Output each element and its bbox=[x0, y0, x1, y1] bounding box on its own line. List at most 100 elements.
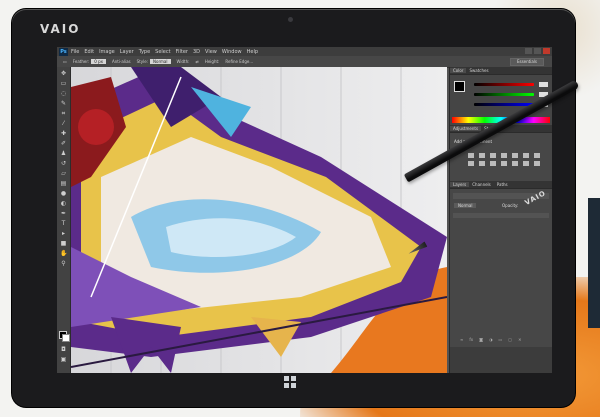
vaio-logo: VAIO bbox=[40, 22, 81, 36]
healing-tool-icon[interactable]: ✚ bbox=[60, 131, 67, 137]
menu-help[interactable]: Help bbox=[247, 49, 258, 55]
minimize-button[interactable] bbox=[525, 48, 532, 54]
blend-mode-select[interactable]: Normal bbox=[454, 203, 477, 208]
pen-tool-icon[interactable]: ✒ bbox=[60, 211, 67, 217]
blur-tool-icon[interactable]: ● bbox=[60, 191, 67, 197]
antialias-checkbox[interactable]: Anti-alias bbox=[112, 59, 131, 64]
graffiti-image bbox=[71, 67, 447, 373]
tab-swatches[interactable]: Swatches bbox=[466, 68, 491, 73]
quick-select-tool-icon[interactable]: ✎ bbox=[60, 101, 67, 107]
levels-icon[interactable] bbox=[479, 153, 485, 158]
adjacent-device-edge bbox=[588, 198, 600, 328]
path-select-tool-icon[interactable]: ▸ bbox=[60, 231, 67, 237]
workspace-switcher[interactable]: Essentials bbox=[509, 58, 544, 66]
menu-type[interactable]: Type bbox=[139, 49, 150, 55]
shape-tool-icon[interactable]: ■ bbox=[60, 241, 67, 247]
brightness-icon[interactable] bbox=[468, 153, 474, 158]
lock-row[interactable] bbox=[453, 213, 549, 218]
menu-file[interactable]: File bbox=[71, 49, 79, 55]
close-button[interactable] bbox=[543, 48, 550, 54]
tab-color[interactable]: Color bbox=[450, 68, 467, 73]
menu-edit[interactable]: Edit bbox=[84, 49, 94, 55]
invert-icon[interactable] bbox=[512, 161, 518, 166]
marquee-tool-icon[interactable]: ▭ bbox=[63, 59, 67, 64]
opacity-label: Opacity: bbox=[502, 203, 519, 208]
canvas-graffiti-artwork[interactable] bbox=[71, 67, 447, 373]
hue-saturation-icon[interactable] bbox=[523, 153, 529, 158]
photoshop-window: Ps File Edit Image Layer Type Select Fil… bbox=[57, 47, 552, 373]
maximize-button[interactable] bbox=[534, 48, 541, 54]
style-label: Style: bbox=[136, 59, 149, 64]
trash-icon[interactable]: ✕ bbox=[518, 337, 521, 342]
dodge-tool-icon[interactable]: ◐ bbox=[60, 201, 67, 207]
tab-layers[interactable]: Layers bbox=[450, 182, 470, 187]
menu-bar: Ps File Edit Image Layer Type Select Fil… bbox=[57, 47, 552, 56]
zoom-tool-icon[interactable]: ⚲ bbox=[60, 261, 67, 267]
menu-window[interactable]: Window bbox=[222, 49, 242, 55]
menu-view[interactable]: View bbox=[205, 49, 217, 55]
feather-label: Feather: bbox=[72, 59, 90, 64]
menu-3d[interactable]: 3D bbox=[193, 49, 200, 55]
width-label: Width: bbox=[176, 59, 190, 64]
mask-icon[interactable]: ◙ bbox=[479, 337, 483, 342]
curves-icon[interactable] bbox=[490, 153, 496, 158]
tab-channels[interactable]: Channels bbox=[469, 182, 494, 187]
crop-tool-icon[interactable]: ⌗ bbox=[60, 111, 67, 117]
background-color-swatch[interactable] bbox=[62, 334, 70, 342]
window-controls bbox=[525, 48, 550, 54]
color-panel-tabs: Color Swatches bbox=[450, 67, 552, 75]
posterize-icon[interactable] bbox=[523, 161, 529, 166]
menu-filter[interactable]: Filter bbox=[176, 49, 188, 55]
layers-footer-icons: ∞ fx ◙ ◑ ▭ ▢ ✕ bbox=[460, 337, 521, 342]
height-label: Height: bbox=[204, 59, 220, 64]
brush-tool-icon[interactable]: ✐ bbox=[60, 141, 67, 147]
menu-select[interactable]: Select bbox=[155, 49, 170, 55]
exposure-icon[interactable] bbox=[501, 153, 507, 158]
menu-image[interactable]: Image bbox=[99, 49, 115, 55]
adjustment-layer-icon[interactable]: ◑ bbox=[489, 337, 493, 342]
quick-mask-icon[interactable]: ◘ bbox=[60, 347, 67, 353]
screen-mode-icon[interactable]: ▣ bbox=[60, 357, 67, 363]
group-icon[interactable]: ▭ bbox=[499, 337, 503, 342]
style-select[interactable]: Normal bbox=[150, 59, 171, 64]
new-layer-icon[interactable]: ▢ bbox=[508, 337, 512, 342]
feather-input[interactable]: 0 px bbox=[91, 59, 106, 64]
type-tool-icon[interactable]: T bbox=[60, 221, 67, 227]
red-slider[interactable] bbox=[474, 83, 534, 86]
camera-icon bbox=[288, 17, 293, 22]
layers-panel-tabs: Layers Channels Paths bbox=[450, 181, 552, 189]
right-panels: Color Swatches Adjustments Styles Add an… bbox=[449, 67, 552, 373]
gradient-tool-icon[interactable]: ▤ bbox=[60, 181, 67, 187]
tools-panel: ✥ ▭ ◌ ✎ ⌗ ⁄ ✚ ✐ ♟ ↺ ▱ ▤ ● ◐ ✒ T ▸ ■ ✋ ⚲ … bbox=[57, 67, 71, 373]
eyedropper-tool-icon[interactable]: ⁄ bbox=[60, 121, 67, 127]
stamp-tool-icon[interactable]: ♟ bbox=[60, 151, 67, 157]
tablet-device: VAIO Ps File Edit Image Layer Type Selec… bbox=[12, 9, 575, 407]
threshold-icon[interactable] bbox=[534, 161, 540, 166]
link-icon[interactable]: ∞ bbox=[460, 337, 463, 342]
color-balance-icon[interactable] bbox=[534, 153, 540, 158]
swap-icon[interactable]: ⇄ bbox=[195, 59, 198, 64]
refine-edge-button[interactable]: Refine Edge... bbox=[225, 59, 253, 64]
menu-layer[interactable]: Layer bbox=[120, 49, 134, 55]
move-tool-icon[interactable]: ✥ bbox=[60, 71, 67, 77]
foreground-color-chip[interactable] bbox=[454, 81, 465, 92]
windows-logo-icon[interactable] bbox=[284, 376, 296, 388]
red-value-field[interactable] bbox=[539, 82, 548, 87]
tab-adjustments[interactable]: Adjustments bbox=[450, 126, 482, 131]
lasso-tool-icon[interactable]: ◌ bbox=[60, 91, 67, 97]
tab-paths[interactable]: Paths bbox=[494, 182, 511, 187]
photo-filter-icon[interactable] bbox=[479, 161, 485, 166]
vibrance-icon[interactable] bbox=[512, 153, 518, 158]
history-brush-tool-icon[interactable]: ↺ bbox=[60, 161, 67, 167]
channel-mixer-icon[interactable] bbox=[490, 161, 496, 166]
marquee-tool-icon[interactable]: ▭ bbox=[60, 81, 67, 87]
fx-icon[interactable]: fx bbox=[469, 337, 473, 342]
green-slider[interactable] bbox=[474, 93, 534, 96]
photoshop-app-icon: Ps bbox=[59, 47, 68, 56]
black-white-icon[interactable] bbox=[468, 161, 474, 166]
color-lookup-icon[interactable] bbox=[501, 161, 507, 166]
hand-tool-icon[interactable]: ✋ bbox=[60, 251, 67, 257]
adjustment-icons bbox=[468, 153, 542, 166]
blue-slider[interactable] bbox=[474, 103, 534, 106]
eraser-tool-icon[interactable]: ▱ bbox=[60, 171, 67, 177]
